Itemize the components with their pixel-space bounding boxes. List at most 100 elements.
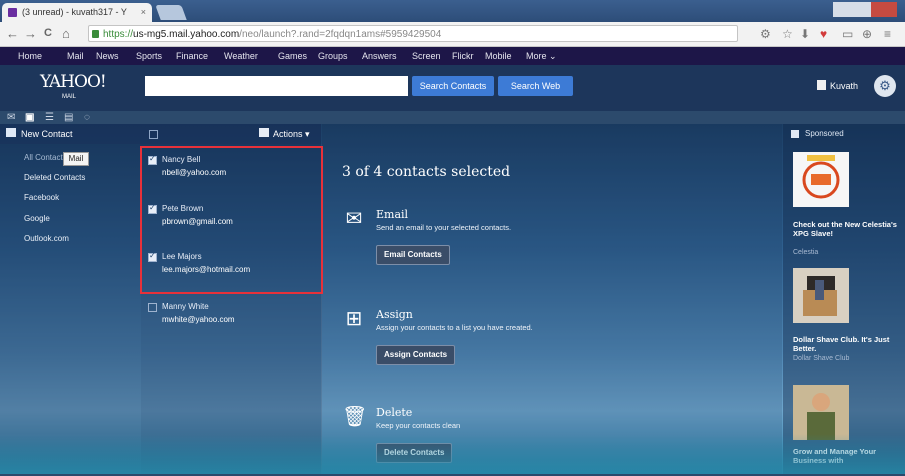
avatar-icon (817, 80, 826, 90)
new-contact-button[interactable]: New Contact (6, 128, 73, 140)
ad-image-shave[interactable] (793, 268, 849, 323)
sponsored-label: Sponsored (805, 129, 844, 138)
nav-groups[interactable]: Groups (318, 47, 348, 65)
search-web-button[interactable]: Search Web (498, 76, 573, 96)
nav-answers[interactable]: Answers (362, 47, 397, 65)
search-input[interactable] (145, 76, 408, 96)
tab-close-icon[interactable]: × (141, 3, 146, 22)
url-scheme: https:// (103, 29, 134, 40)
contacts-header: Actions ▾ (141, 124, 321, 144)
browser-tab-bar: (3 unread) - kuvath317 - Y × (0, 0, 905, 22)
contacts-app-icon[interactable]: ▣ (25, 111, 34, 124)
delete-desc: Keep your contacts clean (376, 421, 461, 430)
delete-contacts-button[interactable]: Delete Contacts (376, 443, 453, 463)
nav-sports[interactable]: Sports (136, 47, 162, 65)
minimize-button[interactable] (833, 2, 853, 17)
email-desc: Send an email to your selected contacts. (376, 223, 512, 232)
nav-home[interactable]: Home (18, 47, 42, 65)
nav-mail[interactable]: Mail (67, 47, 84, 65)
calendar-app-icon[interactable]: ☰ (45, 111, 54, 124)
ad-sub-2: Dollar Shave Club (793, 355, 850, 362)
nav-news[interactable]: News (96, 47, 119, 65)
logo-sub: MAIL (62, 94, 77, 100)
selection-highlight (140, 146, 323, 294)
search-contacts-button[interactable]: Search Contacts (412, 76, 494, 96)
nav-all-contacts[interactable]: All Contacts (24, 152, 67, 164)
browser-tab[interactable]: (3 unread) - kuvath317 - Y × (2, 3, 152, 22)
cast-icon[interactable]: ▭ (842, 27, 853, 41)
main-area: New Contact All Contacts Deleted Contact… (0, 124, 905, 474)
yahoo-logo[interactable]: YAHOO! (40, 72, 107, 92)
nav-flickr[interactable]: Flickr (452, 47, 474, 65)
assign-contacts-button[interactable]: Assign Contacts (376, 345, 456, 365)
app-switcher: ✉ ▣ ☰ ▤ ◌ (0, 111, 145, 124)
maximize-button[interactable] (853, 2, 871, 17)
mail-tooltip: Mail (63, 152, 89, 166)
selection-title: 3 of 4 contacts selected (342, 164, 511, 180)
left-nav-header: New Contact (0, 124, 141, 144)
assign-list-icon: ⊞ (345, 308, 363, 330)
messenger-app-icon[interactable]: ◌ (84, 111, 90, 124)
detail-panel: 3 of 4 contacts selected ✉ Email Send an… (322, 124, 782, 474)
nav-finance[interactable]: Finance (176, 47, 208, 65)
nav-more[interactable]: More ⌄ (526, 47, 557, 65)
email-title: Email (376, 208, 409, 221)
zoom-icon[interactable]: ⊕ (862, 27, 872, 41)
ad-title-2[interactable]: Dollar Shave Club. It's Just Better. (793, 335, 899, 353)
ad-sub-1: Celestia (793, 249, 819, 256)
extension-icon-2[interactable]: ⬇ (800, 27, 810, 41)
user-name: Kuvath (830, 81, 859, 91)
nav-deleted-contacts[interactable]: Deleted Contacts (24, 172, 85, 184)
contact-item[interactable]: Manny White mwhite@yahoo.com (148, 301, 313, 341)
reload-button[interactable]: C (44, 26, 52, 41)
ad-image-business[interactable] (793, 385, 849, 440)
xpg-badge-icon (802, 155, 840, 199)
email-contacts-button[interactable]: Email Contacts (376, 245, 450, 265)
window-controls (833, 2, 899, 17)
notepad-app-icon[interactable]: ▤ (64, 111, 73, 124)
new-tab-button[interactable] (155, 5, 187, 20)
extension-icon[interactable]: ⚙ (760, 27, 771, 41)
select-all-checkbox[interactable] (149, 130, 158, 139)
ad-title-3[interactable]: Grow and Manage Your Business with (793, 447, 899, 465)
sponsored-rail: Sponsored Check out the New Celestia's X… (783, 124, 905, 474)
nav-google[interactable]: Google (24, 213, 50, 225)
tab-title: (3 unread) - kuvath317 - Y (22, 7, 127, 17)
delete-title: Delete (376, 406, 413, 419)
home-button[interactable]: ⌂ (62, 26, 70, 41)
nav-screen[interactable]: Screen (412, 47, 441, 65)
settings-gear-icon[interactable]: ⚙ (874, 75, 896, 97)
nav-weather[interactable]: Weather (224, 47, 258, 65)
ad-title-1[interactable]: Check out the New Celestia's XPG Slave! (793, 220, 899, 238)
trash-icon: 🗑 (342, 406, 368, 428)
browser-toolbar: ← → C ⌂ https://us-mg5.mail.yahoo.com/ne… (0, 22, 905, 47)
contact-email: mwhite@yahoo.com (162, 315, 235, 324)
nav-games[interactable]: Games (278, 47, 307, 65)
ad-image-xpg[interactable] (793, 152, 849, 207)
contact-name: Manny White (162, 302, 209, 311)
address-bar[interactable]: https://us-mg5.mail.yahoo.com/neo/launch… (88, 25, 738, 42)
contact-checkbox[interactable] (148, 303, 157, 312)
nav-facebook[interactable]: Facebook (24, 192, 59, 204)
menu-icon[interactable]: ≡ (884, 27, 891, 41)
forward-button[interactable]: → (24, 26, 37, 41)
yahoo-header: YAHOO! MAIL Search Contacts Search Web K… (0, 65, 905, 111)
star-icon[interactable]: ☆ (782, 27, 793, 41)
shave-box-icon (803, 276, 837, 316)
mail-app-icon[interactable]: ✉ (7, 111, 15, 124)
actions-icon (259, 128, 269, 137)
back-button[interactable]: ← (6, 26, 19, 41)
yahoo-favicon-icon (8, 8, 17, 17)
yahoo-nav-bar: Home Mail News Sports Finance Weather Ga… (0, 47, 905, 65)
user-menu[interactable]: Kuvath (817, 80, 858, 92)
pocket-icon[interactable]: ♥ (820, 27, 827, 41)
sponsored-header: Sponsored (791, 128, 844, 140)
close-window-button[interactable] (871, 2, 897, 17)
nav-mobile[interactable]: Mobile (485, 47, 512, 65)
envelope-icon: ✉ (345, 208, 363, 230)
nav-outlook[interactable]: Outlook.com (24, 233, 69, 245)
actions-dropdown[interactable]: Actions ▾ (259, 128, 310, 140)
email-action: ✉ Email Send an email to your selected c… (342, 208, 762, 278)
url-host: us-mg5.mail.yahoo.com (133, 29, 240, 40)
person-photo-icon (793, 385, 849, 440)
